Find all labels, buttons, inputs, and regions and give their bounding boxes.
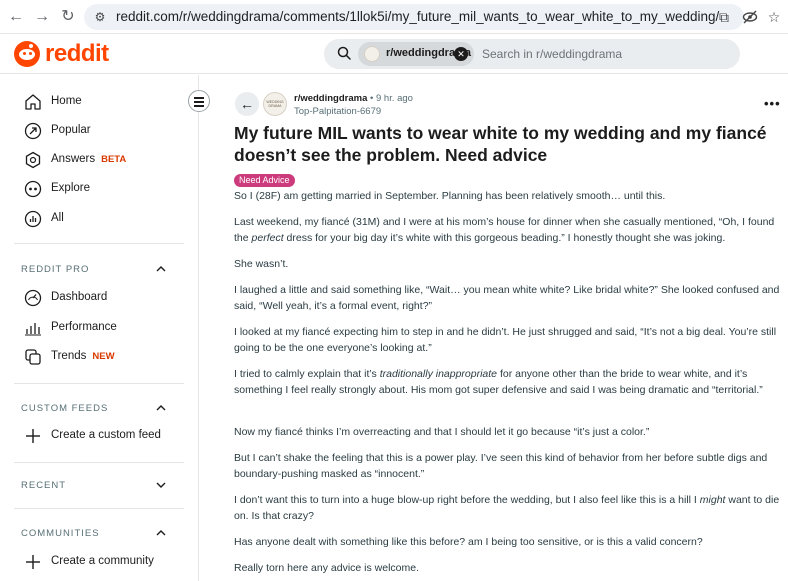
- create-community-label: Create a community: [51, 555, 154, 567]
- post-paragraph: Now my fiancé thinks I’m overreacting an…: [234, 426, 650, 438]
- divider: [14, 383, 184, 384]
- create-community-button[interactable]: Create a community: [0, 547, 199, 577]
- chevron-up-icon[interactable]: [155, 402, 167, 414]
- subreddit-avatar[interactable]: WEDDING DRAMA: [263, 92, 287, 116]
- forward-arrow-icon[interactable]: →: [32, 7, 52, 27]
- explore-icon: [24, 180, 42, 198]
- subreddit-search-chip[interactable]: r/weddingdrama ✕: [358, 42, 474, 66]
- reddit-logo-icon[interactable]: [14, 41, 40, 67]
- sidebar-item-label: Trends NEW: [51, 350, 115, 362]
- post-paragraph: So I (28F) am getting married in Septemb…: [234, 190, 666, 202]
- popular-icon: [24, 122, 42, 140]
- address-bar[interactable]: ⚙ reddit.com/r/weddingdrama/comments/1ll…: [84, 4, 744, 30]
- search-input[interactable]: Search in r/weddingdrama: [482, 47, 622, 61]
- post-paragraph: She wasn’t.: [234, 258, 289, 270]
- section-title-custom-feeds[interactable]: CUSTOM FEEDS: [21, 403, 108, 414]
- all-icon: [24, 210, 42, 228]
- sidebar-item-trends[interactable]: Trends NEW: [0, 342, 199, 372]
- sidebar-item-label: Home: [51, 95, 82, 107]
- install-app-icon[interactable]: ⧉: [714, 7, 734, 27]
- post-paragraph: I looked at my fiancé expecting him to s…: [234, 326, 777, 354]
- site-settings-icon[interactable]: ⚙: [92, 9, 108, 25]
- chevron-down-icon[interactable]: [155, 479, 167, 491]
- chevron-up-icon[interactable]: [155, 263, 167, 275]
- sidebar-item-label: All: [51, 212, 64, 224]
- back-arrow-icon[interactable]: ←: [6, 7, 26, 27]
- post-paragraph: Last weekend, my fiancé (31M) and I were…: [234, 216, 775, 244]
- plus-icon: [26, 555, 40, 569]
- search-icon: [337, 46, 351, 60]
- post-flair[interactable]: Need Advice: [234, 174, 295, 187]
- create-custom-feed-button[interactable]: Create a custom feed: [0, 421, 199, 451]
- post-paragraph: I don’t want this to turn into a huge bl…: [234, 494, 780, 522]
- subreddit-link[interactable]: r/weddingdrama: [294, 93, 367, 104]
- post-paragraph: I laughed a little and said something li…: [234, 284, 780, 312]
- sidebar-item-explore[interactable]: Explore: [0, 174, 199, 204]
- post-title: My future MIL wants to wear white to my …: [234, 123, 767, 165]
- section-title-communities[interactable]: COMMUNITIES: [21, 528, 100, 539]
- search-bar[interactable]: r/weddingdrama ✕ Search in r/weddingdram…: [324, 39, 740, 69]
- sidebar-item-popular[interactable]: Popular: [0, 116, 199, 146]
- sidebar-item-label: Explore: [51, 182, 90, 194]
- sidebar-item-home[interactable]: Home: [0, 87, 199, 117]
- performance-icon: [25, 323, 41, 336]
- sidebar-item-label: Dashboard: [51, 291, 108, 303]
- trends-icon: [25, 349, 41, 365]
- sidebar-item-label: Answers BETA: [51, 153, 127, 165]
- post-paragraph: But I can’t shake the feeling that this …: [234, 452, 768, 480]
- section-title-recent[interactable]: RECENT: [21, 480, 66, 491]
- divider: [14, 243, 184, 244]
- create-custom-feed-label: Create a custom feed: [51, 429, 161, 441]
- post-paragraph: Really torn here any advice is welcome.: [234, 562, 420, 574]
- answers-icon: [25, 151, 41, 169]
- close-icon[interactable]: ✕: [454, 47, 468, 61]
- sidebar-item-label: Performance: [51, 321, 117, 333]
- sidebar-item-answers[interactable]: Answers BETA: [0, 145, 199, 175]
- eye-off-icon[interactable]: [740, 7, 760, 27]
- bookmark-star-icon[interactable]: ☆: [764, 7, 784, 27]
- dashboard-icon: [24, 289, 42, 307]
- more-options-icon[interactable]: •••: [764, 96, 781, 111]
- left-sidebar: Home Popular Answers BETA Explore All RED…: [0, 75, 199, 581]
- post-author[interactable]: Top-Palpitation-6679: [294, 106, 381, 117]
- post-paragraph: Has anyone dealt with something like thi…: [234, 536, 703, 548]
- post-meta: r/weddingdrama • 9 hr. ago: [294, 93, 413, 104]
- collapse-sidebar-button[interactable]: [188, 90, 210, 112]
- post-paragraph: I tried to calmly explain that it’s trad…: [234, 368, 763, 396]
- chevron-up-icon[interactable]: [155, 527, 167, 539]
- sidebar-item-label: Popular: [51, 124, 91, 136]
- back-button[interactable]: ←: [235, 92, 259, 116]
- post-time: 9 hr. ago: [375, 93, 413, 104]
- home-icon: [25, 94, 41, 110]
- reddit-logo-text[interactable]: reddit: [45, 40, 109, 68]
- sidebar-item-dashboard[interactable]: Dashboard: [0, 283, 199, 313]
- url-text[interactable]: reddit.com/r/weddingdrama/comments/1llok…: [116, 9, 719, 24]
- beta-badge: BETA: [101, 154, 127, 165]
- new-badge: NEW: [92, 351, 115, 362]
- section-title-reddit-pro[interactable]: REDDIT PRO: [21, 264, 89, 275]
- plus-icon: [26, 429, 40, 443]
- reddit-header: reddit r/weddingdrama ✕ Search in r/wedd…: [0, 34, 788, 74]
- divider: [14, 462, 184, 463]
- browser-toolbar: ← → ↻ ⚙ reddit.com/r/weddingdrama/commen…: [0, 0, 788, 34]
- divider: [14, 508, 184, 509]
- subreddit-avatar: [364, 46, 380, 62]
- sidebar-item-all[interactable]: All: [0, 204, 199, 234]
- sidebar-item-performance[interactable]: Performance: [0, 313, 199, 343]
- reload-icon[interactable]: ↻: [58, 7, 78, 27]
